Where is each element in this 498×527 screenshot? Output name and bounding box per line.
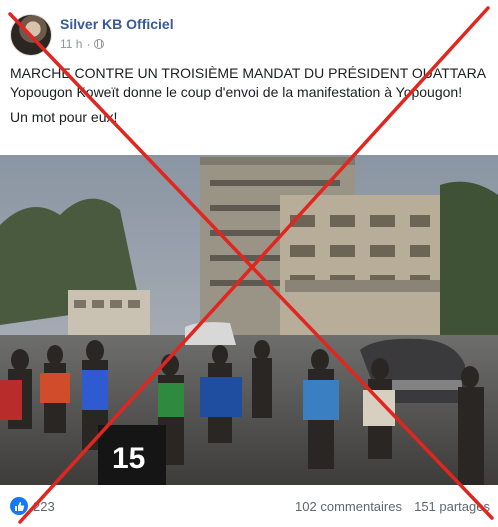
post-text-line-2: Yopougon Koweït donne le coup d'envoi de… [10,84,463,100]
globe-icon[interactable] [94,39,105,49]
comments-count[interactable]: 102 commentaires [295,499,402,514]
meta-separator: · [86,37,91,51]
author-avatar[interactable] [10,14,52,56]
like-icon[interactable] [10,497,28,515]
author-name[interactable]: Silver KB Officiel [60,16,174,32]
post-meta: 11 h · [60,37,105,51]
jersey-number: 15 [112,442,145,475]
post-photo[interactable]: 15 [0,155,498,485]
post-text-line-1: MARCHE CONTRE UN TROISIÈME MANDAT DU PRÉ… [10,65,487,81]
post-text: MARCHE CONTRE UN TROISIÈME MANDAT DU PRÉ… [10,64,488,127]
post-footer: 223 102 commentaires 151 partages [0,490,498,527]
reaction-count[interactable]: 223 [33,499,55,514]
post-text-line-3: Un mot pour eux! [10,109,118,125]
post-time[interactable]: 11 h [60,37,82,51]
protest-street-photo: 15 [0,155,498,485]
shares-count[interactable]: 151 partages [414,499,490,514]
facebook-post: Silver KB Officiel 11 h · MARCHE CONTRE … [0,0,498,527]
thumb-up-icon [14,501,24,511]
